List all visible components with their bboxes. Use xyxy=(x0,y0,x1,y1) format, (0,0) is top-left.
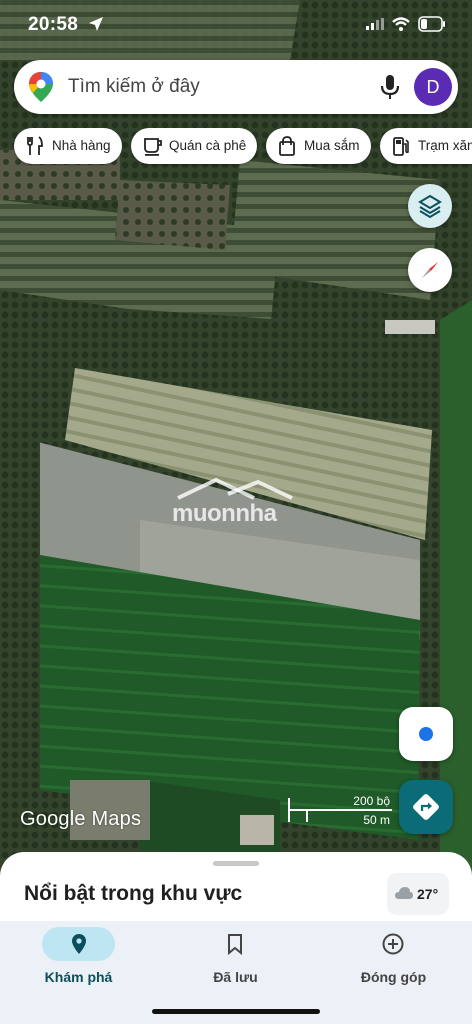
explore-pin-icon xyxy=(72,934,86,954)
battery-icon xyxy=(418,16,445,32)
add-circle-icon xyxy=(382,933,404,955)
search-bar[interactable]: Tìm kiếm ở đây D xyxy=(14,60,458,114)
weather-temp: 27° xyxy=(417,886,439,902)
status-time: 20:58 xyxy=(28,14,79,35)
gas-pump-icon xyxy=(393,137,409,156)
compass-icon xyxy=(422,262,438,278)
my-location-button[interactable] xyxy=(399,707,453,761)
chip-cafes[interactable]: Quán cà phê xyxy=(131,128,257,164)
fork-knife-icon xyxy=(27,136,43,155)
directions-button[interactable] xyxy=(399,780,453,834)
sheet-handle[interactable] xyxy=(213,861,259,866)
tab-saved[interactable]: Đã lưu xyxy=(157,921,314,1001)
watermark-logo: muonnha xyxy=(168,476,308,530)
tab-contribute[interactable]: Đóng góp xyxy=(315,921,472,1001)
microphone-icon[interactable] xyxy=(380,74,400,100)
compass-button[interactable] xyxy=(408,248,452,292)
cloud-icon xyxy=(395,887,413,899)
my-location-icon xyxy=(419,727,433,741)
chip-label: Mua sắm xyxy=(304,138,360,153)
scale-feet: 200 bộ xyxy=(353,794,390,808)
map-scale: 200 bộ 50 m xyxy=(286,794,392,828)
wifi-icon xyxy=(392,17,410,31)
directions-icon xyxy=(413,794,439,820)
tab-label: Đóng góp xyxy=(360,969,427,985)
cellular-signal-icon xyxy=(366,18,384,30)
shopping-bag-icon xyxy=(279,136,295,156)
google-maps-attribution: Google Maps xyxy=(20,808,142,830)
chip-restaurants[interactable]: Nhà hàng xyxy=(14,128,122,164)
scale-meters: 50 m xyxy=(363,813,390,827)
location-arrow-icon xyxy=(89,17,103,31)
search-input[interactable]: Tìm kiếm ở đây xyxy=(68,76,200,98)
home-indicator[interactable] xyxy=(152,1009,320,1014)
tab-label: Khám phá xyxy=(44,969,113,985)
bookmark-icon xyxy=(228,934,242,956)
watermark-text: muonnha xyxy=(172,500,277,527)
layers-button[interactable] xyxy=(408,184,452,228)
account-avatar[interactable]: D xyxy=(414,68,452,106)
status-bar: 20:58 xyxy=(0,0,472,50)
weather-badge[interactable]: 27° xyxy=(387,873,449,915)
sheet-title: Nổi bật trong khu vực xyxy=(24,882,243,905)
chip-gas-stations[interactable]: Trạm xăng xyxy=(380,128,472,164)
chip-shopping[interactable]: Mua sắm xyxy=(266,128,371,164)
tab-label: Đã lưu xyxy=(213,969,258,985)
chip-label: Quán cà phê xyxy=(169,138,247,153)
category-chips: Nhà hàng Quán cà phê Mua sắm Trạm xăng xyxy=(14,128,472,166)
chip-label: Trạm xăng xyxy=(418,138,472,153)
coffee-cup-icon xyxy=(144,138,162,156)
tab-explore[interactable]: Khám phá xyxy=(0,921,157,1001)
layers-icon xyxy=(418,194,442,219)
google-maps-pin-icon xyxy=(29,72,53,102)
chip-label: Nhà hàng xyxy=(52,138,111,153)
